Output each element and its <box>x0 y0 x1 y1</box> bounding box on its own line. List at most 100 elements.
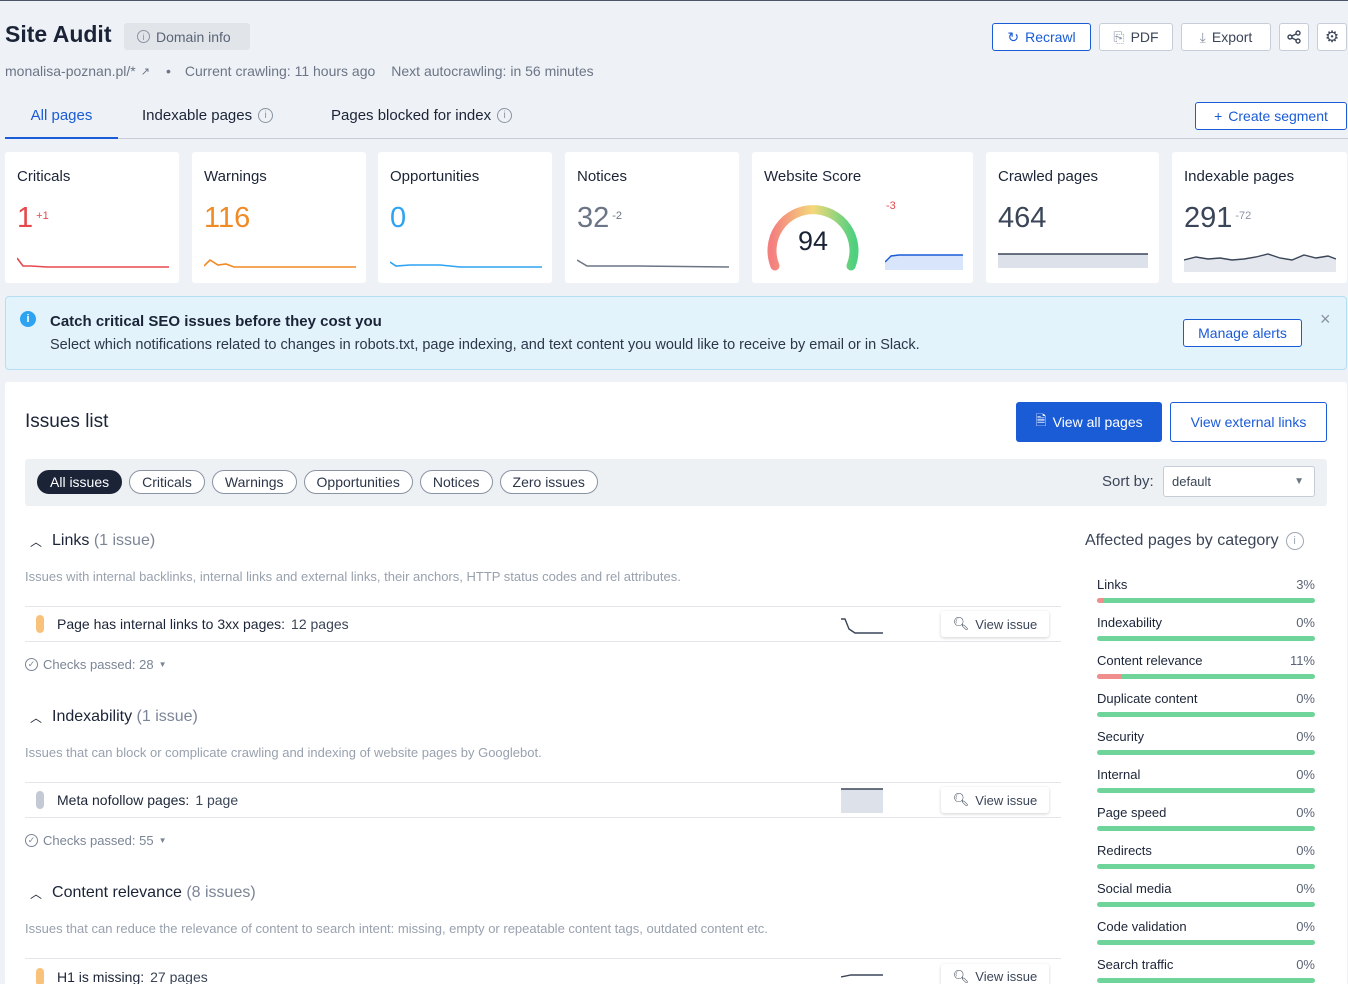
issue-sparkline <box>841 788 883 813</box>
category-bar-fill <box>1097 674 1121 679</box>
view-external-links-button[interactable]: View external links <box>1170 402 1327 442</box>
filter-notices[interactable]: Notices <box>419 470 493 494</box>
opportunities-card[interactable]: Opportunities 0 <box>378 152 552 283</box>
category-value: 0% <box>1296 805 1315 820</box>
view-all-pages-button[interactable]: 🗎 View all pages <box>1016 402 1162 442</box>
page-title: Site Audit <box>5 21 112 47</box>
view-issue-button[interactable]: 🔍︎ View issue <box>941 611 1049 637</box>
crawled-sparkline <box>998 253 1148 268</box>
category-item[interactable]: Code validation 0% <box>1097 919 1315 945</box>
category-label: Search traffic <box>1097 957 1174 972</box>
checks-passed-links[interactable]: ✓ Checks passed: 28 ▼ <box>25 657 167 672</box>
category-item[interactable]: Page speed 0% <box>1097 805 1315 831</box>
sort-by-label: Sort by: <box>1102 473 1154 490</box>
criticals-sparkline <box>17 257 169 268</box>
create-segment-button[interactable]: + Create segment <box>1195 102 1347 130</box>
settings-button[interactable]: ⚙ <box>1317 23 1347 51</box>
issue-sparkline <box>841 974 883 978</box>
notices-delta: -2 <box>612 210 623 222</box>
section-indexability-description: Issues that can block or complicate craw… <box>25 745 542 760</box>
info-icon[interactable]: i <box>1285 532 1304 550</box>
category-bar <box>1097 978 1315 983</box>
chevron-up-icon: ︿ <box>30 710 43 725</box>
category-label: Social media <box>1097 881 1172 896</box>
check-circle-icon: ✓ <box>25 834 38 847</box>
domain-info-button[interactable]: i Domain info <box>124 23 250 50</box>
category-label: Redirects <box>1097 843 1152 858</box>
indexable-pages-card[interactable]: Indexable pages 291 -72 <box>1172 152 1347 283</box>
caret-down-icon: ▼ <box>1294 476 1304 487</box>
filter-warnings[interactable]: Warnings <box>211 470 297 494</box>
view-issue-button[interactable]: 🔍︎ View issue <box>941 787 1049 813</box>
category-item[interactable]: Security 0% <box>1097 729 1315 755</box>
indexable-pages-delta: -72 <box>1235 210 1252 222</box>
crawled-pages-value: 464 <box>998 202 1047 234</box>
website-score-card[interactable]: Website Score 94 -3 <box>752 152 973 283</box>
criticals-card[interactable]: Criticals 1 +1 <box>5 152 179 283</box>
crawled-pages-card[interactable]: Crawled pages 464 <box>986 152 1159 283</box>
filter-criticals[interactable]: Criticals <box>129 470 205 494</box>
category-value: 0% <box>1296 729 1315 744</box>
sort-select[interactable]: default ▼ <box>1163 466 1315 497</box>
share-button[interactable] <box>1279 23 1309 51</box>
category-item[interactable]: Duplicate content 0% <box>1097 691 1315 717</box>
category-label: Security <box>1097 729 1144 744</box>
category-value: 0% <box>1296 881 1315 896</box>
chevron-up-icon: ︿ <box>30 886 43 901</box>
category-item[interactable]: Social media 0% <box>1097 881 1315 907</box>
notices-value: 32 <box>577 202 610 234</box>
section-content-relevance-header[interactable]: ︿ Content relevance (8 issues) <box>30 884 256 902</box>
section-links-header[interactable]: ︿ Links (1 issue) <box>30 532 155 550</box>
close-icon[interactable]: × <box>1320 309 1331 330</box>
separator-dot: • <box>165 63 171 79</box>
check-circle-icon: ✓ <box>25 658 38 671</box>
pdf-button[interactable]: ⎘ PDF <box>1099 23 1173 51</box>
section-indexability-header[interactable]: ︿ Indexability (1 issue) <box>30 708 198 726</box>
category-item[interactable]: Content relevance 11% <box>1097 653 1315 679</box>
filter-zero-issues[interactable]: Zero issues <box>499 470 598 494</box>
category-item[interactable]: Internal 0% <box>1097 767 1315 793</box>
filter-all-issues[interactable]: All issues <box>37 470 123 494</box>
tab-all-pages[interactable]: All pages <box>5 107 118 139</box>
score-delta: -3 <box>886 200 896 212</box>
category-bar <box>1097 674 1315 679</box>
pdf-icon: ⎘ <box>1113 28 1125 45</box>
category-bar <box>1097 788 1315 793</box>
category-bar-fill <box>1097 598 1104 603</box>
category-item[interactable]: Links 3% <box>1097 577 1315 603</box>
export-button[interactable]: ⤓ Export <box>1181 23 1271 51</box>
category-value: 0% <box>1296 691 1315 706</box>
tab-blocked-pages[interactable]: Pages blocked for index i <box>331 107 513 124</box>
category-value: 0% <box>1296 919 1315 934</box>
opportunities-sparkline <box>390 261 542 268</box>
notices-card[interactable]: Notices 32 -2 <box>565 152 739 283</box>
category-label: Duplicate content <box>1097 691 1198 706</box>
info-icon: i <box>497 108 513 123</box>
category-item[interactable]: Redirects 0% <box>1097 843 1315 869</box>
section-content-relevance-description: Issues that can reduce the relevance of … <box>25 921 768 936</box>
criticals-delta: +1 <box>36 210 49 222</box>
filter-opportunities[interactable]: Opportunities <box>303 470 413 494</box>
tab-indexable-pages[interactable]: Indexable pages i <box>142 107 274 124</box>
gear-icon: ⚙ <box>1324 29 1340 46</box>
section-links-description: Issues with internal backlinks, internal… <box>25 569 681 584</box>
warnings-card[interactable]: Warnings 116 <box>192 152 366 283</box>
category-item[interactable]: Indexability 0% <box>1097 615 1315 641</box>
warning-marker <box>36 967 44 984</box>
recrawl-button[interactable]: ↻ Recrawl <box>992 23 1091 51</box>
category-item[interactable]: Search traffic 0% <box>1097 957 1315 983</box>
external-link-icon[interactable]: ↗ <box>141 65 150 78</box>
issue-row-h1-missing[interactable]: H1 is missing: 27 pages 🔍︎ View issue <box>25 958 1061 984</box>
warnings-value: 116 <box>204 202 251 234</box>
notice-marker <box>36 791 44 809</box>
view-issue-button[interactable]: 🔍︎ View issue <box>941 963 1049 984</box>
manage-alerts-button[interactable]: Manage alerts <box>1183 319 1302 347</box>
search-icon: 🔍︎ <box>952 792 970 807</box>
checks-passed-indexability[interactable]: ✓ Checks passed: 55 ▼ <box>25 833 167 848</box>
issue-row-internal-links-3xx[interactable]: Page has internal links to 3xx pages: 12… <box>25 606 1061 642</box>
issue-row-meta-nofollow[interactable]: Meta nofollow pages: 1 page 🔍︎ View issu… <box>25 782 1061 818</box>
category-value: 11% <box>1289 653 1315 668</box>
category-value: 0% <box>1296 843 1315 858</box>
domain-link[interactable]: monalisa-poznan.pl/* <box>5 63 136 79</box>
info-icon: i <box>137 30 150 43</box>
